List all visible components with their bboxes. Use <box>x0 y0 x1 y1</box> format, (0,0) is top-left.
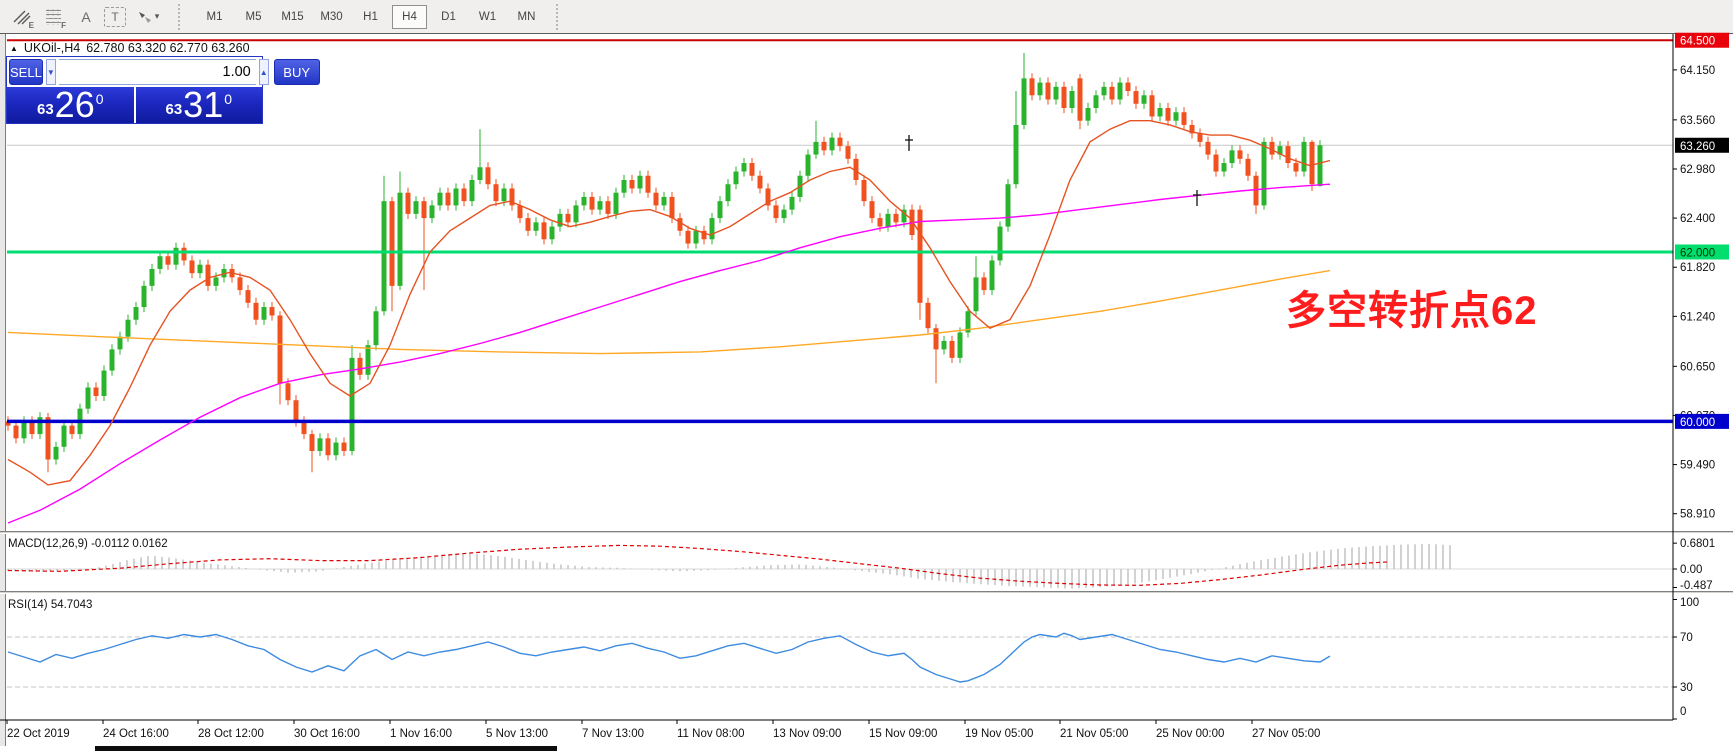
ma-mid-magenta <box>8 184 1330 523</box>
trade-prices-row: 63 26 0 63 31 0 <box>7 87 262 123</box>
volume-input[interactable] <box>59 59 256 85</box>
one-click-trade-panel: SELL ▼ ▲ BUY 63 26 0 63 31 0 <box>6 56 263 124</box>
time-tick-label: 13 Nov 09:00 <box>773 728 841 740</box>
price-tick-label: 62.400 <box>1680 213 1715 225</box>
time-tick-label: 11 Nov 08:00 <box>677 728 745 740</box>
sell-price-prefix: 63 <box>37 101 54 118</box>
time-tick-label: 7 Nov 13:00 <box>582 728 644 740</box>
volume-up-button[interactable]: ▲ <box>259 59 269 85</box>
time-tick-label: 25 Nov 00:00 <box>1156 728 1224 740</box>
rsi-line <box>8 633 1330 682</box>
time-tick-label: 5 Nov 13:00 <box>486 728 548 740</box>
time-tick-label: 24 Oct 16:00 <box>103 728 169 740</box>
time-tick-label: 27 Nov 05:00 <box>1252 728 1320 740</box>
buy-price-prefix: 63 <box>165 101 182 118</box>
rsi-axis-label: 0 <box>1680 706 1686 718</box>
volume-down-button[interactable]: ▼ <box>46 59 56 85</box>
sell-price-pips: 26 <box>55 87 95 123</box>
sell-button[interactable]: SELL <box>9 59 43 85</box>
symbol-arrow-icon: ▲ <box>10 44 18 53</box>
moving-averages <box>8 121 1330 523</box>
macd-axis-label: 0.6801 <box>1680 538 1715 550</box>
price-tick-label: 59.490 <box>1680 460 1715 472</box>
macd-axis-label: 0.00 <box>1680 564 1702 576</box>
price-tick-label: 60.650 <box>1680 361 1715 373</box>
price-badge-label: 63.260 <box>1680 141 1715 153</box>
price-badge-label: 64.500 <box>1680 36 1715 48</box>
trade-controls-row: SELL ▼ ▲ BUY <box>7 57 262 87</box>
macd-signal-line <box>8 545 1390 585</box>
taskbar-fragment <box>95 746 557 751</box>
sell-price-sup: 0 <box>96 91 104 107</box>
rsi-axis-label: 70 <box>1680 632 1693 644</box>
price-badge-label: 62.000 <box>1680 247 1715 259</box>
time-tick-label: 15 Nov 09:00 <box>869 728 937 740</box>
macd-panel[interactable] <box>7 544 1673 589</box>
rsi-label: RSI(14) 54.7043 <box>8 599 92 611</box>
time-tick-label: 21 Nov 05:00 <box>1060 728 1128 740</box>
time-tick-label: 22 Oct 2019 <box>7 728 70 740</box>
buy-price-display[interactable]: 63 31 0 <box>136 87 263 123</box>
macd-axis-label: -0.487 <box>1680 580 1713 592</box>
price-badge-label: 60.000 <box>1680 417 1715 429</box>
time-tick-label: 19 Nov 05:00 <box>965 728 1033 740</box>
price-tick-label: 61.820 <box>1680 262 1715 274</box>
buy-button[interactable]: BUY <box>274 59 320 85</box>
time-tick-label: 28 Oct 12:00 <box>198 728 264 740</box>
price-tick-label: 62.980 <box>1680 164 1715 176</box>
buy-price-pips: 31 <box>183 87 223 123</box>
symbol-ohlc-values: 62.780 63.320 62.770 63.260 <box>86 41 249 55</box>
sell-price-display[interactable]: 63 26 0 <box>7 87 134 123</box>
price-tick-label: 64.150 <box>1680 65 1715 77</box>
price-tick-label: 61.240 <box>1680 311 1715 323</box>
buy-price-sup: 0 <box>224 91 232 107</box>
rsi-panel[interactable] <box>7 633 1673 687</box>
time-axis[interactable]: 22 Oct 2019 24 Oct 16:00 28 Oct 12:00 30 Oc… <box>0 720 1673 740</box>
symbol-header: ▲ UKOil-,H4 62.780 63.320 62.770 63.260 <box>10 41 250 55</box>
rsi-axis-label: 30 <box>1680 682 1693 694</box>
time-tick-label: 30 Oct 16:00 <box>294 728 360 740</box>
rsi-axis-label: 100 <box>1680 597 1699 609</box>
price-tick-label: 63.560 <box>1680 115 1715 127</box>
price-axis[interactable]: 64.150 63.560 62.980 62.400 61.820 61.240 60.6… <box>1673 33 1729 720</box>
symbol-name: UKOil-,H4 <box>24 41 80 55</box>
chart-annotation-text: 多空转折点62 <box>1286 278 1538 336</box>
price-tick-label: 58.910 <box>1680 509 1715 521</box>
macd-label: MACD(12,26,9) -0.0112 0.0162 <box>8 538 168 550</box>
time-tick-label: 1 Nov 16:00 <box>390 728 452 740</box>
ma-fast-red <box>8 121 1330 485</box>
